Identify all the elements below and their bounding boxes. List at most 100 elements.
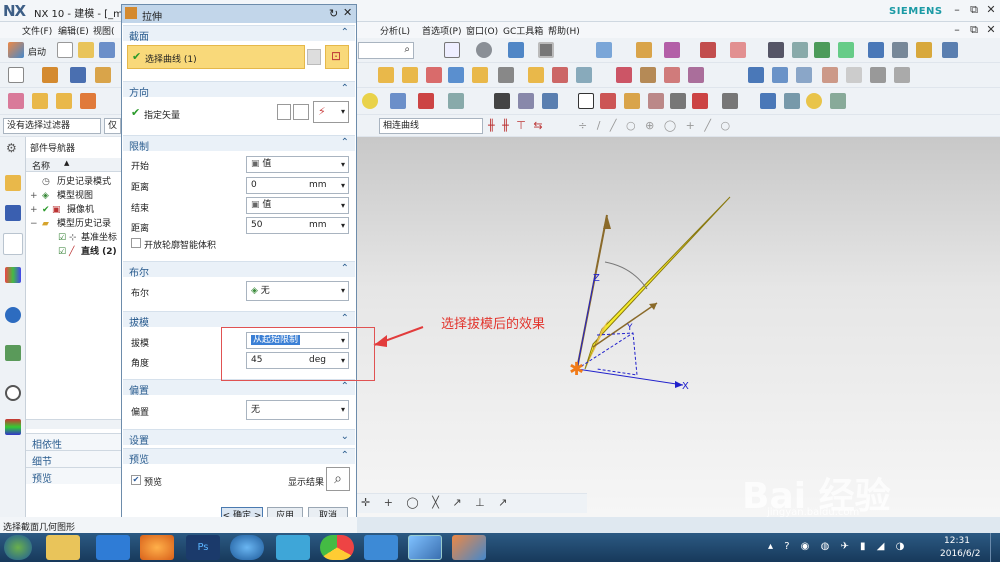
select-curve-row[interactable]: ✔ 选择曲线 (1) <box>127 45 305 69</box>
triangle-icon[interactable] <box>578 93 594 109</box>
assembly-icon[interactable] <box>768 42 784 58</box>
fit-view-icon[interactable] <box>444 42 460 58</box>
snap-point-icon[interactable] <box>636 42 652 58</box>
intersection-icon[interactable] <box>518 93 534 109</box>
collapse-icon[interactable]: ⌃ <box>341 313 349 324</box>
shell-icon[interactable] <box>426 67 442 83</box>
tree-item-cameras[interactable]: + ✔ ▣ 摄像机 <box>26 203 122 217</box>
menu-preferences[interactable]: 首选项(P) <box>422 24 461 37</box>
menu-edit[interactable]: 编辑(E) <box>58 24 89 37</box>
show-desktop-button[interactable] <box>990 533 1000 562</box>
gear-icon[interactable]: ⚙ <box>6 141 17 155</box>
cylinder-icon[interactable] <box>760 93 776 109</box>
constraint-navigator-icon[interactable] <box>3 233 23 255</box>
curve-icon[interactable] <box>8 93 24 109</box>
part-navigator-icon[interactable] <box>5 175 21 191</box>
menu-analysis[interactable]: 分析(L) <box>380 24 410 37</box>
menu-view[interactable]: 视图( <box>93 24 115 37</box>
start-menu-button[interactable]: 启动 <box>28 45 46 58</box>
reuse-library-icon[interactable] <box>5 267 21 283</box>
reset-button[interactable]: ↻ <box>329 7 338 20</box>
menu-help[interactable]: 帮助(H) <box>548 24 580 37</box>
menu-gc-toolbox[interactable]: GC工具箱 <box>503 24 543 37</box>
replace-face-icon[interactable] <box>664 67 680 83</box>
history-icon[interactable] <box>5 385 21 401</box>
vector-type-select[interactable]: ⚡ ▾ <box>313 101 349 123</box>
tray-icons[interactable]: ▴ ? ◉ ◍ ✈ ▮ ◢ ◑ <box>768 541 908 552</box>
collapse-icon[interactable]: ⌃ <box>341 263 349 274</box>
save-icon[interactable] <box>99 42 115 58</box>
offset-select[interactable]: 无 ▾ <box>246 400 349 420</box>
surface-icon[interactable] <box>748 67 764 83</box>
mirror-icon[interactable] <box>528 67 544 83</box>
command-search-input[interactable]: ⌕ <box>358 42 414 59</box>
tube-icon[interactable] <box>806 93 822 109</box>
open-profile-checkbox[interactable] <box>131 238 141 248</box>
snap-icons[interactable]: ╫ ╫ ⊤ ⇆ <box>488 119 545 132</box>
spring-icon[interactable] <box>830 93 846 109</box>
point-icon[interactable] <box>390 93 406 109</box>
start-type-select[interactable]: ▣ 值 ▾ <box>246 156 349 173</box>
through-curves-icon[interactable] <box>796 67 812 83</box>
end-type-select[interactable]: ▣ 值 ▾ <box>246 197 349 214</box>
file-explorer-icon[interactable] <box>46 535 80 560</box>
grid-icon[interactable] <box>624 93 640 109</box>
system-materials-icon[interactable] <box>5 419 21 435</box>
dialog-title-bar[interactable]: 拉伸 ↻ ✕ <box>122 5 356 23</box>
preview-checkbox[interactable]: ✔ <box>131 475 141 485</box>
collapse-icon[interactable]: ⌃ <box>341 137 349 148</box>
expand-icon[interactable]: + <box>30 189 38 203</box>
media-player-icon[interactable] <box>140 535 174 560</box>
reverse-direction-icon[interactable] <box>277 104 291 120</box>
web-browser-icon[interactable] <box>5 345 21 361</box>
column-name[interactable]: 名称 <box>32 159 50 172</box>
render-style-icon[interactable] <box>476 42 492 58</box>
arc-icon[interactable] <box>56 93 72 109</box>
line-icon[interactable] <box>32 93 48 109</box>
scope-select[interactable]: 仅 <box>104 118 121 134</box>
draft-icon[interactable] <box>576 67 592 83</box>
doc-restore-button[interactable]: ⧉ <box>967 23 981 37</box>
swept-icon[interactable] <box>772 67 788 83</box>
app-icon[interactable] <box>96 535 130 560</box>
curve-select-icon[interactable]: ⊡ <box>325 45 349 69</box>
expand-icon[interactable]: + <box>30 203 38 217</box>
isoparametric-icon[interactable] <box>542 93 558 109</box>
type-filter-select[interactable]: 没有选择过滤器 <box>3 118 101 134</box>
sketch-section-icon[interactable] <box>307 49 321 65</box>
section-header[interactable]: 拔模 ⌃ <box>123 311 355 329</box>
checkbox-icon[interactable]: ☑ <box>58 245 66 259</box>
photoshop-icon[interactable]: Ps <box>186 535 220 560</box>
project-curve-icon[interactable] <box>494 93 510 109</box>
offset-face-icon[interactable] <box>552 67 568 83</box>
navigator-header[interactable]: 名称 ▲ <box>26 158 122 172</box>
hole-icon[interactable] <box>95 67 111 83</box>
delete-face-icon[interactable] <box>640 67 656 83</box>
open-folder-icon[interactable] <box>78 42 94 58</box>
collapse-icon[interactable]: ⌃ <box>341 450 349 461</box>
menu-window[interactable]: 窗口(O) <box>466 24 498 37</box>
chrome-icon[interactable] <box>320 535 354 560</box>
graphics-window[interactable]: Z Y X ✱ 选择拔模后的效果 ✛ + ◯ ╳ ↗ ⊥ ↗ Bai 经验 ji… <box>357 137 1000 518</box>
collapse-icon[interactable]: ⌃ <box>341 83 349 94</box>
restore-button[interactable]: ⧉ <box>967 3 981 17</box>
start-button[interactable] <box>4 535 32 560</box>
section-header[interactable]: 布尔 ⌃ <box>123 261 355 279</box>
doraemon-icon[interactable] <box>364 535 398 560</box>
revolve-icon[interactable] <box>70 67 86 83</box>
start-distance-input[interactable]: 0 mm ▾ <box>246 177 349 194</box>
new-file-icon[interactable] <box>57 42 73 58</box>
background-icon[interactable] <box>538 42 554 58</box>
spline-icon[interactable] <box>80 93 96 109</box>
resize-icon[interactable] <box>688 67 704 83</box>
component-icon[interactable] <box>814 42 830 58</box>
doc-minimize-button[interactable]: – <box>950 23 964 37</box>
horizontal-scrollbar[interactable] <box>26 419 122 429</box>
pattern-grid-icon[interactable] <box>648 93 664 109</box>
vector-dialog-icon[interactable] <box>293 104 309 120</box>
minimize-button[interactable]: – <box>950 3 964 17</box>
menu-file[interactable]: 文件(F) <box>22 24 52 37</box>
tolerance-icon[interactable] <box>722 93 738 109</box>
tree-item-model-history[interactable]: − ▰ 模型历史记录 <box>26 217 122 231</box>
assembly-navigator-icon[interactable] <box>5 205 21 221</box>
